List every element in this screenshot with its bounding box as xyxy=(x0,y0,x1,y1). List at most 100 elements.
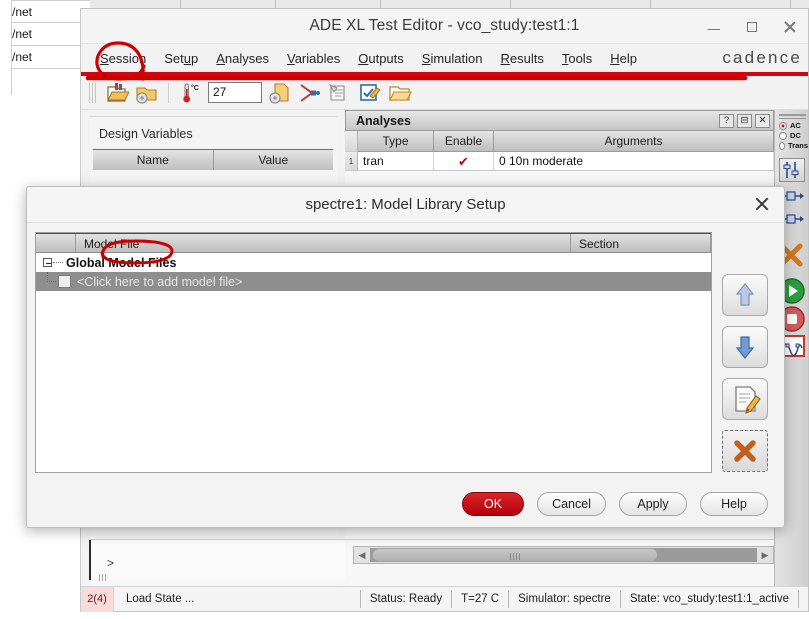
help-button[interactable]: Help xyxy=(700,492,768,516)
column-header-model-file[interactable]: Model File xyxy=(76,234,571,253)
row-number-header xyxy=(345,131,358,152)
cancel-label: Cancel xyxy=(552,497,591,511)
cell-arguments: 0 10n moderate xyxy=(494,152,774,171)
menu-results[interactable]: Results xyxy=(491,48,552,69)
menu-tools[interactable]: Tools xyxy=(553,48,601,69)
scroll-right-arrow[interactable]: ▶ xyxy=(757,547,773,563)
maximize-button[interactable] xyxy=(744,19,760,35)
menu-setup[interactable]: Setup xyxy=(155,48,207,69)
netlist-output-icon[interactable] xyxy=(326,80,352,106)
dialog-title: spectre1: Model Library Setup xyxy=(305,196,506,213)
radio-label-ac: AC xyxy=(790,121,801,130)
menu-help[interactable]: Help xyxy=(601,48,646,69)
menu-variables[interactable]: Variables xyxy=(278,48,349,69)
setup-simulation-icon[interactable] xyxy=(266,80,292,106)
toolbar-separator xyxy=(168,82,169,103)
log-pane: > ◀ ▶ xyxy=(89,539,774,585)
row-number: 1 xyxy=(345,152,358,171)
move-down-icon[interactable] xyxy=(722,326,768,368)
command-prompt-area[interactable]: > xyxy=(89,540,345,580)
scroll-left-arrow[interactable]: ◀ xyxy=(354,547,370,563)
tree-dots xyxy=(53,262,63,263)
analysis-type-radios: AC DC Trans xyxy=(775,110,808,153)
group-label: Global Model Files xyxy=(66,255,177,270)
statusbar: 2(4) Load State ... Status: Ready T=27 C… xyxy=(81,586,808,612)
delete-icon[interactable] xyxy=(722,430,768,472)
analyses-close-button[interactable]: ✕ xyxy=(755,113,770,128)
menu-outputs[interactable]: Outputs xyxy=(349,48,413,69)
window-controls xyxy=(706,9,798,44)
scrollbar-track[interactable] xyxy=(370,548,757,562)
apply-label: Apply xyxy=(637,497,669,511)
analyses-table-header: Type Enable Arguments xyxy=(345,131,774,152)
dialog-titlebar: spectre1: Model Library Setup xyxy=(27,187,784,223)
ok-button[interactable]: OK xyxy=(462,492,525,516)
model-file-checkbox[interactable] xyxy=(58,275,71,288)
move-up-icon[interactable] xyxy=(722,274,768,316)
open-state-icon[interactable] xyxy=(103,80,130,106)
temperature-input[interactable]: 27 xyxy=(208,82,262,103)
model-files-header-row: Model File Section xyxy=(36,233,711,253)
radio-ac[interactable]: AC xyxy=(779,121,808,130)
save-state-icon[interactable] xyxy=(133,80,159,106)
netlist-icon[interactable] xyxy=(296,80,322,106)
radio-label-trans: Trans xyxy=(787,141,808,150)
ok-label: OK xyxy=(484,497,503,511)
radio-dc[interactable]: DC xyxy=(779,131,808,140)
status-count: 2(4) xyxy=(81,586,113,612)
toolbar: °C 27 xyxy=(81,76,808,110)
background-column-separator xyxy=(0,0,12,95)
column-header-type[interactable]: Type xyxy=(358,131,434,152)
analyses-title: Analyses xyxy=(356,113,411,128)
collapse-expander-icon[interactable] xyxy=(43,258,52,267)
window-title: ADE XL Test Editor - vco_study:test1:1 xyxy=(309,17,580,34)
svg-text:°C: °C xyxy=(191,84,199,92)
open-results-icon[interactable] xyxy=(386,80,412,106)
model-library-setup-dialog: spectre1: Model Library Setup Model File… xyxy=(26,186,785,528)
dialog-close-icon[interactable] xyxy=(754,196,770,212)
column-header-section[interactable]: Section xyxy=(571,234,711,253)
menu-simulation[interactable]: Simulation xyxy=(413,48,492,69)
table-row[interactable]: 1 tran ✔ 0 10n moderate xyxy=(345,152,774,171)
window-titlebar: ADE XL Test Editor - vco_study:test1:1 xyxy=(81,9,808,44)
apply-button[interactable]: Apply xyxy=(619,492,687,516)
design-variables-header: Name Value xyxy=(93,149,333,170)
status-ready: Status: Ready xyxy=(359,590,451,608)
analyses-undock-button[interactable]: ⊟ xyxy=(737,113,752,128)
menu-analyses[interactable]: Analyses xyxy=(207,48,278,69)
status-temperature: T=27 C xyxy=(451,590,508,608)
radio-dot-trans xyxy=(779,141,785,150)
tree-elbow xyxy=(36,272,58,291)
dialog-footer: OK Cancel Apply Help xyxy=(27,481,784,527)
radio-trans[interactable]: Trans xyxy=(779,141,808,150)
minimize-button[interactable] xyxy=(706,19,722,35)
edit-icon[interactable] xyxy=(722,378,768,420)
edit-netlist-icon[interactable] xyxy=(356,80,382,106)
analyses-help-button[interactable]: ? xyxy=(719,113,734,128)
table-row-add-model-file[interactable]: <Click here to add model file> xyxy=(36,272,711,291)
column-header-enable[interactable]: Enable xyxy=(434,131,494,152)
table-row-group[interactable]: Global Model Files xyxy=(36,253,711,272)
temperature-icon: °C xyxy=(178,80,204,106)
menu-session[interactable]: Session xyxy=(91,48,155,69)
horizontal-scrollbar[interactable]: ◀ ▶ xyxy=(353,546,774,564)
analyses-titlebar: Analyses ? ⊟ ✕ xyxy=(345,110,774,131)
add-model-file-label: <Click here to add model file> xyxy=(77,274,243,289)
cadence-logo: cadence xyxy=(722,48,802,67)
cancel-button[interactable]: Cancel xyxy=(537,492,606,516)
resize-grip[interactable] xyxy=(99,574,108,581)
cell-enable-checkbox[interactable]: ✔ xyxy=(434,152,494,171)
prompt-symbol: > xyxy=(107,556,115,570)
toolbar-grip[interactable] xyxy=(89,82,96,103)
column-header-value[interactable]: Value xyxy=(213,150,333,170)
status-state: State: vco_study:test1:1_active xyxy=(619,590,798,608)
status-message: Load State ... xyxy=(113,586,360,612)
close-button[interactable] xyxy=(782,19,798,35)
radio-dot-ac xyxy=(779,121,787,130)
scrollbar-thumb[interactable] xyxy=(372,548,659,562)
dialog-side-buttons xyxy=(722,274,774,482)
column-header-name[interactable]: Name xyxy=(93,150,214,170)
sliders-icon[interactable] xyxy=(778,158,805,182)
status-simulator: Simulator: spectre xyxy=(508,590,620,608)
column-header-arguments[interactable]: Arguments xyxy=(494,131,774,152)
